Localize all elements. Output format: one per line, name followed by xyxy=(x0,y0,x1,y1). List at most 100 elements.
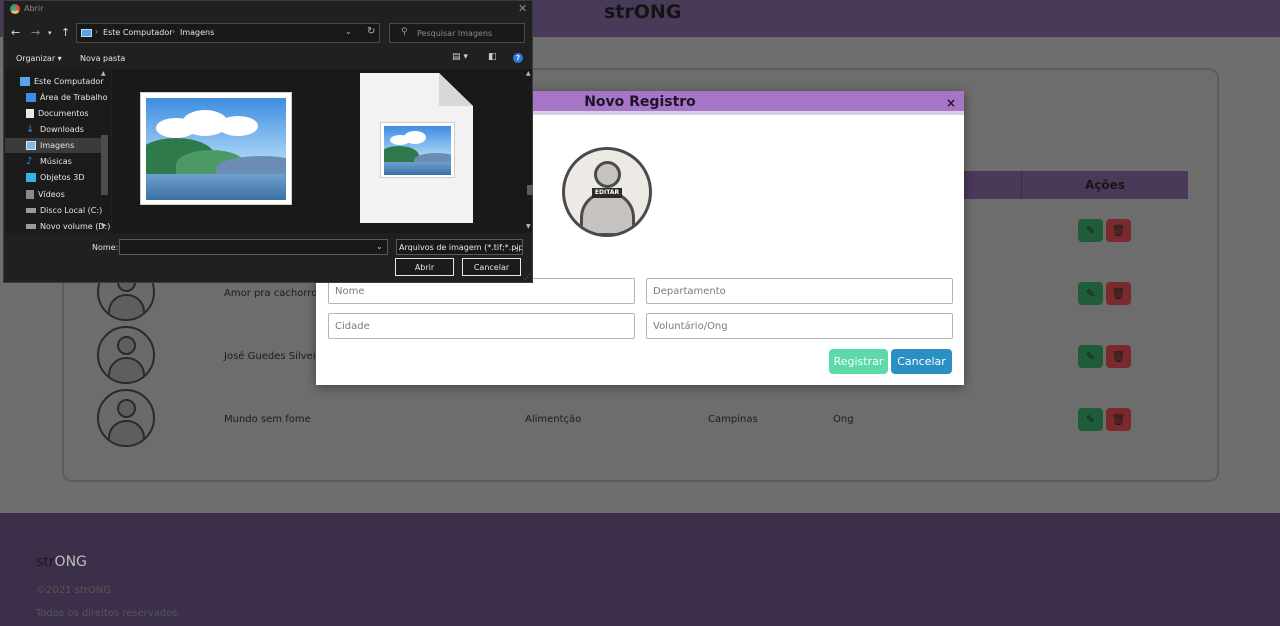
edit-photo-button[interactable]: EDITAR xyxy=(592,188,622,198)
voluntario-ong-field[interactable]: Voluntário/Ong xyxy=(646,313,953,339)
avatar xyxy=(97,326,155,384)
row-area: Alimentção xyxy=(525,414,582,425)
departamento-field[interactable]: Departamento xyxy=(646,278,953,304)
recent-chevron-icon[interactable]: ▾ xyxy=(48,29,52,37)
pictures-folder-icon xyxy=(81,29,92,37)
column-header-acoes: Ações xyxy=(1021,171,1188,199)
brand-logo[interactable]: strONG xyxy=(604,1,681,23)
tree-item-label: Imagens xyxy=(40,141,75,150)
row-type: Ong xyxy=(833,414,854,425)
breadcrumb-este-computador[interactable]: Este Computador xyxy=(103,28,173,37)
dialog-titlebar[interactable]: Abrir ✕ xyxy=(4,1,532,18)
search-box[interactable]: ⚲ Pesquisar Imagens xyxy=(389,23,525,43)
row-city: Campinas xyxy=(708,414,758,425)
tree-item-documentos[interactable]: Documentos xyxy=(5,106,101,121)
chevron-down-icon: ▾ xyxy=(57,54,62,63)
row-name: Mundo sem fome xyxy=(224,414,311,425)
footer-brand: strONG xyxy=(36,554,87,570)
tree-item-label: Objetos 3D xyxy=(40,173,85,182)
resize-grip-icon[interactable]: ⋰ xyxy=(524,273,531,281)
navigation-pane: Este Computador Área de Trabalho Documen… xyxy=(5,69,111,233)
tree-item-label: Vídeos xyxy=(38,190,65,199)
trash-icon: 🗑 xyxy=(1111,224,1126,237)
cancel-button[interactable]: Cancelar xyxy=(891,349,952,374)
open-button[interactable]: Abrir xyxy=(395,258,454,276)
back-arrow-icon[interactable]: ← xyxy=(11,26,20,39)
tree-item-musicas[interactable]: ♪ Músicas xyxy=(5,154,101,169)
close-icon[interactable]: ✕ xyxy=(518,2,527,15)
scroll-down-icon[interactable]: ▼ xyxy=(526,223,531,230)
edit-button[interactable]: ✎ xyxy=(1078,345,1103,368)
documents-icon xyxy=(26,109,34,118)
cidade-field[interactable]: Cidade xyxy=(328,313,635,339)
edit-button[interactable]: ✎ xyxy=(1078,219,1103,242)
organize-menu[interactable]: Organizar ▾ xyxy=(16,54,62,63)
tree-item-imagens[interactable]: Imagens xyxy=(5,138,101,153)
tree-item-downloads[interactable]: ↓ Downloads xyxy=(5,122,101,137)
delete-button[interactable]: 🗑 xyxy=(1106,282,1131,305)
trash-icon: 🗑 xyxy=(1111,287,1126,300)
edit-icon: ✎ xyxy=(1085,287,1096,300)
edit-icon: ✎ xyxy=(1085,350,1096,363)
scroll-up-icon[interactable]: ▲ xyxy=(101,70,106,77)
footer xyxy=(0,513,1280,626)
filetype-value: Arquivos de imagem (*.tif;*.pjp xyxy=(399,243,523,252)
refresh-icon[interactable]: ↻ xyxy=(367,26,375,37)
delete-button[interactable]: 🗑 xyxy=(1106,408,1131,431)
files-scrollbar-thumb[interactable] xyxy=(527,185,533,195)
footer-brand-str: str xyxy=(36,554,55,570)
tree-item-area-de-trabalho[interactable]: Área de Trabalho xyxy=(5,90,108,105)
drive-icon xyxy=(26,208,36,213)
trash-icon: 🗑 xyxy=(1111,413,1126,426)
chevron-down-icon[interactable]: ⌄ xyxy=(376,242,383,251)
new-folder-button[interactable]: Nova pasta xyxy=(80,54,125,63)
preview-pane-icon[interactable]: ◧ xyxy=(488,52,497,62)
edit-icon: ✎ xyxy=(1085,224,1096,237)
dialog-cancel-button[interactable]: Cancelar xyxy=(462,258,521,276)
music-icon: ♪ xyxy=(26,156,33,167)
files-scrollbar[interactable] xyxy=(525,69,534,233)
pictures-icon xyxy=(26,141,36,150)
filename-input[interactable]: ⌄ xyxy=(119,239,388,255)
landscape-image-icon xyxy=(146,98,286,200)
file-open-dialog: Abrir ✕ ← → ▾ ↑ › Este Computador › Imag… xyxy=(3,0,533,283)
tree-item-objetos-3d[interactable]: Objetos 3D xyxy=(5,170,101,185)
chrome-icon xyxy=(10,4,20,14)
tree-item-videos[interactable]: Vídeos xyxy=(5,187,101,202)
view-options-icon[interactable]: ▤ ▾ xyxy=(452,52,468,62)
tree-item-label: Downloads xyxy=(40,125,84,134)
tree-item-label: Documentos xyxy=(38,109,89,118)
breadcrumb-imagens[interactable]: Imagens xyxy=(180,28,214,37)
computer-icon xyxy=(20,77,30,86)
tree-item-novo-volume[interactable]: Novo volume (D:) xyxy=(5,219,110,233)
filetype-select[interactable]: Arquivos de imagem (*.tif;*.pjp ⌄ xyxy=(396,239,523,255)
scroll-down-icon[interactable]: ▼ xyxy=(101,223,106,230)
drive-icon xyxy=(26,224,36,229)
tree-item-este-computador[interactable]: Este Computador xyxy=(5,74,104,89)
organize-label: Organizar xyxy=(16,54,56,63)
image-file-preview xyxy=(380,122,455,178)
objects-3d-icon xyxy=(26,173,36,182)
row-name: Amor pra cachorro xyxy=(224,288,318,299)
chevron-down-icon[interactable]: ⌄ xyxy=(345,27,352,36)
avatar xyxy=(97,389,155,447)
forward-arrow-icon[interactable]: → xyxy=(31,26,40,39)
delete-button[interactable]: 🗑 xyxy=(1106,219,1131,242)
address-bar[interactable]: › Este Computador › Imagens ⌄ ↻ xyxy=(76,23,380,43)
tree-scrollbar-thumb[interactable] xyxy=(101,135,108,195)
tree-item-disco-local[interactable]: Disco Local (C:) xyxy=(5,203,102,218)
edit-button[interactable]: ✎ xyxy=(1078,282,1103,305)
footer-copyright: ©2021 strONG xyxy=(36,585,111,596)
help-icon[interactable]: ? xyxy=(513,53,523,63)
edit-button[interactable]: ✎ xyxy=(1078,408,1103,431)
row-name: José Guedes Silveira xyxy=(224,351,326,362)
image-file-thumbnail[interactable] xyxy=(140,92,292,205)
footer-brand-ong: ONG xyxy=(54,554,87,570)
tree-item-label: Este Computador xyxy=(34,77,104,86)
scroll-up-icon[interactable]: ▲ xyxy=(526,70,531,77)
close-icon[interactable]: × xyxy=(946,96,956,110)
trash-icon: 🗑 xyxy=(1111,350,1126,363)
up-arrow-icon[interactable]: ↑ xyxy=(61,26,70,39)
delete-button[interactable]: 🗑 xyxy=(1106,345,1131,368)
register-button[interactable]: Registrar xyxy=(829,349,888,374)
